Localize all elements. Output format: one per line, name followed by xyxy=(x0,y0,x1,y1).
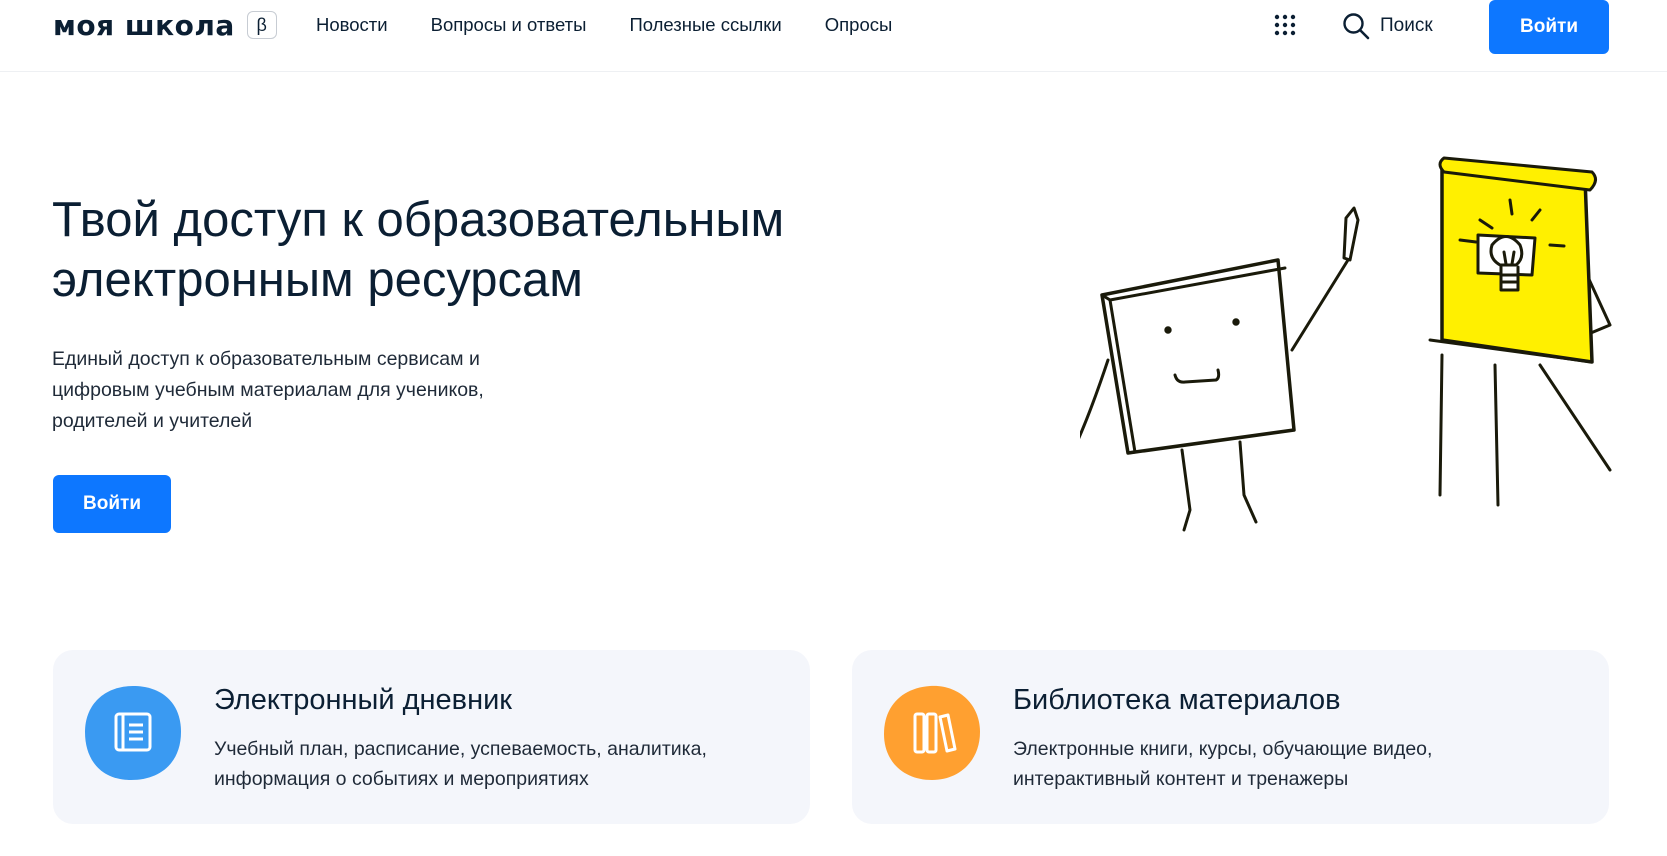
card-title: Библиотека материалов xyxy=(1013,684,1341,716)
hero-title: Твой доступ к образовательным электронны… xyxy=(52,193,785,307)
library-books-icon xyxy=(884,685,980,780)
top-navigation-bar: моя школа β Новости Вопросы и ответы Пол… xyxy=(0,0,1667,72)
logo-text: моя школа xyxy=(53,8,235,42)
card-title: Электронный дневник xyxy=(214,684,512,716)
search-icon xyxy=(1343,13,1370,40)
apps-grid-icon[interactable] xyxy=(1274,14,1296,36)
card-electronic-diary[interactable]: Электронный дневник Учебный план, распис… xyxy=(53,650,810,824)
hero-illustration xyxy=(1080,156,1612,532)
header-login-button[interactable]: Войти xyxy=(1489,0,1609,54)
main-nav: Новости Вопросы и ответы Полезные ссылки… xyxy=(316,14,892,36)
site-logo[interactable]: моя школа β xyxy=(53,8,277,42)
nav-link-faq[interactable]: Вопросы и ответы xyxy=(431,14,587,36)
diary-icon xyxy=(85,686,181,780)
card-description: Учебный план, расписание, успеваемость, … xyxy=(214,738,707,790)
hero-login-button[interactable]: Войти xyxy=(53,475,171,533)
nav-link-useful-links[interactable]: Полезные ссылки xyxy=(629,14,781,36)
nav-link-polls[interactable]: Опросы xyxy=(825,14,893,36)
search-button[interactable]: Поиск xyxy=(1342,12,1433,40)
nav-link-news[interactable]: Новости xyxy=(316,14,388,36)
card-description: Электронные книги, курсы, обучающие виде… xyxy=(1013,738,1433,790)
beta-badge: β xyxy=(246,11,277,39)
card-materials-library[interactable]: Библиотека материалов Электронные книги,… xyxy=(852,650,1609,824)
hero-subtitle: Единый доступ к образовательным сервисам… xyxy=(52,348,484,432)
search-label: Поиск xyxy=(1380,15,1433,36)
